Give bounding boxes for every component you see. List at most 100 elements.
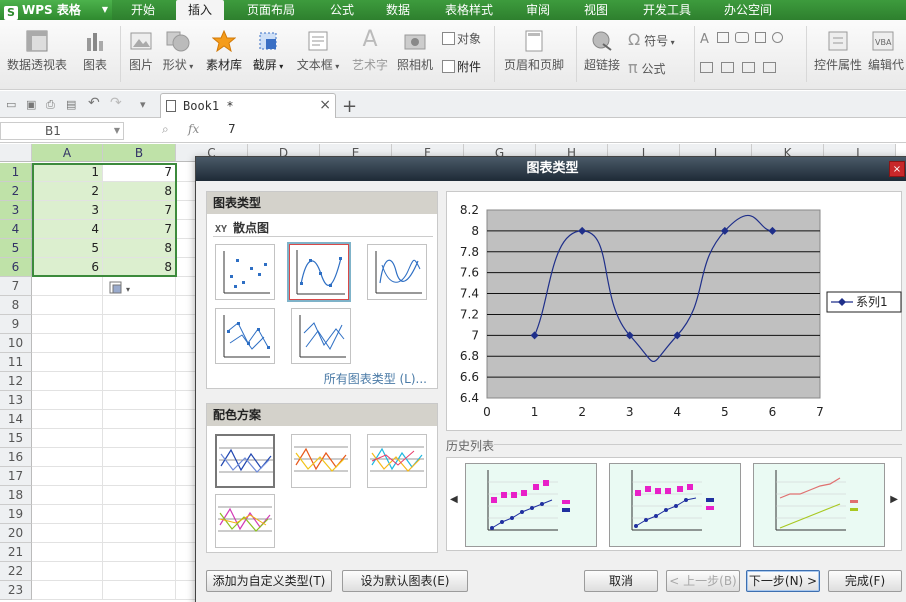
cell-b19[interactable] <box>103 505 176 524</box>
row-header-15[interactable]: 15 <box>0 429 32 448</box>
cell-a18[interactable] <box>32 486 103 505</box>
edit-code-button[interactable]: VBA 编辑代 <box>868 30 906 73</box>
cell-b11[interactable] <box>103 353 176 372</box>
material-library-button[interactable]: 素材库 <box>204 30 244 73</box>
formula-input[interactable]: 7 <box>228 122 236 136</box>
app-menu-button[interactable]: S WPS 表格 ▼ <box>0 0 112 20</box>
save-icon[interactable]: ▣ <box>26 98 36 111</box>
cell-b2[interactable]: 8 <box>103 182 176 201</box>
scatter-markers-only-thumb[interactable] <box>215 244 275 300</box>
cell-a20[interactable] <box>32 524 103 543</box>
select-all-corner[interactable] <box>0 144 32 162</box>
pivot-table-button[interactable]: 数据透视表 <box>6 30 68 73</box>
cell-a6[interactable]: 6 <box>32 258 103 277</box>
add-custom-type-button[interactable]: 添加为自定义类型(T) <box>206 570 332 592</box>
radio-control-icon[interactable] <box>772 32 784 43</box>
tab-view[interactable]: 视图 <box>576 0 616 20</box>
tab-home[interactable]: 开始 <box>122 0 164 20</box>
cell-a8[interactable] <box>32 296 103 315</box>
redo-icon[interactable]: ↷ <box>110 95 122 111</box>
cell-a4[interactable]: 4 <box>32 220 103 239</box>
control-properties-button[interactable]: 控件属性 <box>812 30 864 73</box>
screenshot-button[interactable]: 截屏 ▾ <box>250 30 286 73</box>
hyperlink-button[interactable]: 超链接 <box>582 30 622 73</box>
column-header-b[interactable]: B <box>103 144 176 162</box>
spinner-control-icon[interactable] <box>742 62 756 73</box>
column-header-a[interactable]: A <box>32 144 103 162</box>
set-default-chart-button[interactable]: 设为默认图表(E) <box>342 570 468 592</box>
paste-options-button[interactable]: ▾ <box>108 280 136 298</box>
history-chart-thumb[interactable] <box>465 463 597 547</box>
tab-data[interactable]: 数据 <box>378 0 418 20</box>
cell-a17[interactable] <box>32 467 103 486</box>
print-icon[interactable]: ⎙ <box>46 98 55 112</box>
scroll-right-icon[interactable]: ▶ <box>890 494 898 505</box>
row-header-16[interactable]: 16 <box>0 448 32 467</box>
row-header-7[interactable]: 7 <box>0 277 32 296</box>
cell-a23[interactable] <box>32 581 103 600</box>
shape-button[interactable]: 形状 ▾ <box>160 30 196 73</box>
search-icon[interactable]: ⌕ <box>162 122 169 137</box>
cell-a3[interactable]: 3 <box>32 201 103 220</box>
chevron-down-icon[interactable]: ▼ <box>114 123 120 139</box>
row-header-2[interactable]: 2 <box>0 182 32 201</box>
art-text-button[interactable]: A 艺术字 <box>350 28 390 73</box>
cell-b13[interactable] <box>103 391 176 410</box>
cell-a7[interactable] <box>32 277 103 296</box>
row-header-22[interactable]: 22 <box>0 562 32 581</box>
undo-icon[interactable]: ↶ <box>88 95 100 111</box>
attachment-button[interactable]: 附件 <box>442 58 488 75</box>
cell-b23[interactable] <box>103 581 176 600</box>
name-box[interactable]: B1 ▼ <box>0 122 124 140</box>
print-preview-icon[interactable]: ▤ <box>66 98 76 111</box>
cell-b15[interactable] <box>103 429 176 448</box>
color-scheme-blue-thumb[interactable] <box>215 434 275 488</box>
history-chart-thumb[interactable] <box>753 463 885 547</box>
listbox-control-icon[interactable] <box>700 62 713 73</box>
row-header-13[interactable]: 13 <box>0 391 32 410</box>
formula-button[interactable]: π 公式 <box>628 58 688 77</box>
row-header-12[interactable]: 12 <box>0 372 32 391</box>
next-step-button[interactable]: 下一步(N) > <box>746 570 820 592</box>
label-control-icon[interactable]: A <box>700 32 711 47</box>
scatter-smooth-markers-thumb[interactable] <box>287 242 351 302</box>
document-tab[interactable]: Book1 * × <box>160 93 336 118</box>
new-tab-button[interactable]: + <box>342 96 357 117</box>
cell-a16[interactable] <box>32 448 103 467</box>
cell-b12[interactable] <box>103 372 176 391</box>
tab-office-space[interactable]: 办公空间 <box>716 0 780 20</box>
cell-b4[interactable]: 7 <box>103 220 176 239</box>
tab-review[interactable]: 审阅 <box>518 0 558 20</box>
cell-b5[interactable]: 8 <box>103 239 176 258</box>
cell-b22[interactable] <box>103 562 176 581</box>
cell-b14[interactable] <box>103 410 176 429</box>
checkbox-control-icon[interactable] <box>755 32 767 43</box>
cell-a11[interactable] <box>32 353 103 372</box>
cell-a2[interactable]: 2 <box>32 182 103 201</box>
row-header-14[interactable]: 14 <box>0 410 32 429</box>
cell-a19[interactable] <box>32 505 103 524</box>
row-header-10[interactable]: 10 <box>0 334 32 353</box>
fx-icon[interactable]: fx <box>188 122 199 136</box>
cell-a15[interactable] <box>32 429 103 448</box>
finish-button[interactable]: 完成(F) <box>828 570 902 592</box>
cell-b3[interactable]: 7 <box>103 201 176 220</box>
cancel-button[interactable]: 取消 <box>584 570 658 592</box>
row-header-17[interactable]: 17 <box>0 467 32 486</box>
tab-insert[interactable]: 插入 <box>176 0 224 20</box>
scroll-left-icon[interactable]: ◀ <box>450 494 458 505</box>
color-scheme-warm-thumb[interactable] <box>291 434 351 488</box>
row-header-18[interactable]: 18 <box>0 486 32 505</box>
tab-developer[interactable]: 开发工具 <box>636 0 698 20</box>
cell-b20[interactable] <box>103 524 176 543</box>
history-chart-thumb[interactable] <box>609 463 741 547</box>
row-header-5[interactable]: 5 <box>0 239 32 258</box>
row-header-20[interactable]: 20 <box>0 524 32 543</box>
textbox-button[interactable]: 文本框 ▾ <box>294 30 342 73</box>
color-scheme-bright-thumb[interactable] <box>367 434 427 488</box>
cell-a9[interactable] <box>32 315 103 334</box>
row-header-23[interactable]: 23 <box>0 581 32 600</box>
row-header-3[interactable]: 3 <box>0 201 32 220</box>
header-footer-button[interactable]: 页眉和页脚 <box>502 30 566 73</box>
scatter-straight-markers-thumb[interactable] <box>215 308 275 364</box>
